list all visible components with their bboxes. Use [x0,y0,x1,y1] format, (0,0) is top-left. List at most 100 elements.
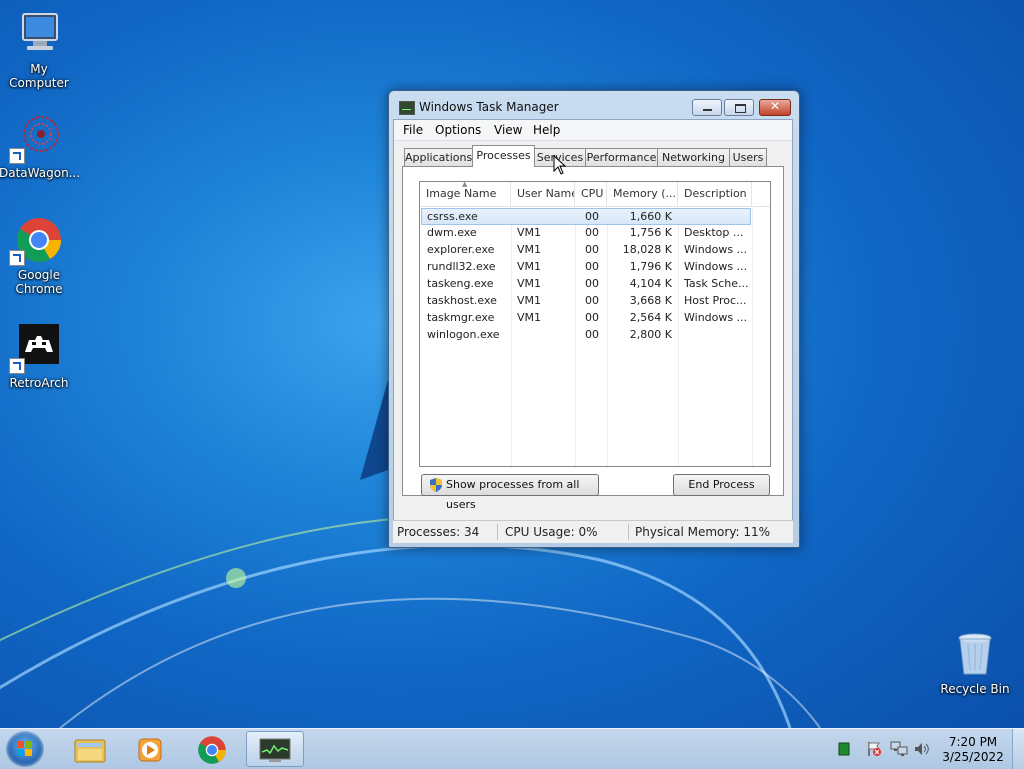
table-row[interactable]: winlogon.exe 00 2,800 K [421,327,751,344]
status-physical-memory: Physical Memory: 11% [635,525,771,539]
table-row[interactable]: taskmgr.exe VM1 00 2,564 K Windows ... [421,310,751,327]
table-row[interactable]: taskhost.exe VM1 00 3,668 K Host Proc... [421,293,751,310]
cell-image-name: csrss.exe [427,210,478,223]
cell-cpu: 00 [585,243,599,256]
shortcut-arrow-icon [9,148,25,164]
table-row[interactable]: dwm.exe VM1 00 1,756 K Desktop ... [421,225,751,242]
taskbar-explorer-button[interactable] [62,731,118,767]
show-all-processes-label: Show processes from all users [446,478,580,511]
chrome-icon [9,216,63,266]
cell-cpu: 00 [585,210,599,223]
cell-description: Windows ... [684,311,748,324]
retroarch-icon [9,324,63,374]
volume-icon[interactable] [914,742,930,756]
taskbar-clock[interactable]: 7:20 PM 3/25/2022 [938,735,1008,765]
tab-applications[interactable]: Applications [404,148,473,166]
table-row[interactable]: taskeng.exe VM1 00 4,104 K Task Sche... [421,276,751,293]
cell-memory: 2,564 K [629,311,672,324]
cell-memory: 4,104 K [629,277,672,290]
desktop-icon-label: DataWagon... [0,166,81,180]
status-divider [497,524,498,540]
cell-user-name: VM1 [517,226,542,239]
recycle-bin-icon [951,630,999,678]
taskbar-task-manager-button[interactable] [246,731,304,767]
cell-image-name: dwm.exe [427,226,477,239]
green-tray-icon [838,742,850,756]
cell-description: Host Proc... [684,294,747,307]
column-memory[interactable]: Memory (... [607,182,678,206]
cell-cpu: 00 [585,226,599,239]
show-all-processes-button[interactable]: Show processes from all users [421,474,599,511]
desktop-icon-label: My Computer [9,62,69,90]
action-center-flag-icon[interactable] [866,741,882,757]
status-divider [628,524,629,540]
desktop-icon-my-computer[interactable]: My Computer [0,10,79,90]
window-title: Windows Task Manager [419,100,559,114]
datawagon-icon [9,114,63,164]
end-process-button[interactable]: End Process [673,474,770,496]
cell-user-name: VM1 [517,277,542,290]
cell-cpu: 00 [585,328,599,341]
table-row[interactable]: rundll32.exe VM1 00 1,796 K Windows ... [421,259,751,276]
desktop-icon-recycle-bin[interactable]: Recycle Bin [935,630,1015,696]
uac-shield-icon [430,478,442,492]
desktop-icon-retroarch[interactable]: RetroArch [0,324,79,390]
cell-memory: 3,668 K [629,294,672,307]
column-divider [752,206,753,466]
cell-description: Desktop ... [684,226,744,239]
tab-users[interactable]: Users [729,148,767,166]
list-header: Image Name User Name CPU Memory (... Des… [420,180,770,207]
start-button[interactable] [6,731,44,767]
show-desktop-button[interactable] [1012,729,1024,769]
table-row[interactable]: csrss.exe 00 1,660 K [421,208,751,225]
title-bar[interactable]: Windows Task Manager ✕ [389,91,799,121]
cell-image-name: taskmgr.exe [427,311,495,324]
menu-file[interactable]: File [403,123,423,137]
cell-description: Windows ... [684,243,748,256]
status-processes: Processes: 34 [397,525,480,539]
desktop-icon-datawagon[interactable]: DataWagon... [0,114,81,180]
cell-image-name: rundll32.exe [427,260,496,273]
column-description[interactable]: Description [678,182,752,206]
minimize-button[interactable] [692,99,722,116]
menu-view[interactable]: View [494,123,522,137]
cell-image-name: winlogon.exe [427,328,500,341]
cell-image-name: taskeng.exe [427,277,494,290]
process-list[interactable]: Image Name User Name CPU Memory (... Des… [419,180,771,467]
task-manager-window: Windows Task Manager ✕ File Options View… [388,90,800,548]
desktop-icon-google-chrome[interactable]: Google Chrome [0,216,79,296]
close-icon: ✕ [769,99,781,113]
menu-bar: File Options View Help [394,120,792,141]
desktop-icon-label: Google Chrome [15,268,63,296]
cell-cpu: 00 [585,260,599,273]
cell-image-name: explorer.exe [427,243,495,256]
column-user-name[interactable]: User Name [511,182,575,206]
cell-user-name: VM1 [517,294,542,307]
tab-performance[interactable]: Performance [585,148,658,166]
maximize-button[interactable] [724,99,754,116]
tab-networking[interactable]: Networking [657,148,730,166]
tab-processes[interactable]: Processes [472,145,535,167]
network-icon[interactable] [890,741,908,757]
cell-memory: 18,028 K [622,243,672,256]
column-cpu[interactable]: CPU [575,182,607,206]
computer-icon [15,10,63,58]
desktop-icon-label: RetroArch [9,376,69,390]
sort-arrow-icon: ▲ [462,180,468,188]
cell-memory: 1,756 K [629,226,672,239]
desktop-icon-label: Recycle Bin [940,682,1010,696]
cell-user-name: VM1 [517,260,542,273]
cell-memory: 1,796 K [629,260,672,273]
table-row[interactable]: explorer.exe VM1 00 18,028 K Windows ... [421,242,751,259]
clock-date: 3/25/2022 [942,750,1004,764]
media-player-icon [138,738,162,762]
taskbar-chrome-button[interactable] [184,731,240,767]
taskbar-media-player-button[interactable] [122,731,178,767]
menu-help[interactable]: Help [533,123,560,137]
mouse-cursor-icon [553,155,567,175]
close-button[interactable]: ✕ [759,99,791,116]
cell-cpu: 00 [585,277,599,290]
menu-options[interactable]: Options [435,123,481,137]
cell-description: Task Sche... [684,277,749,290]
cell-memory: 2,800 K [629,328,672,341]
